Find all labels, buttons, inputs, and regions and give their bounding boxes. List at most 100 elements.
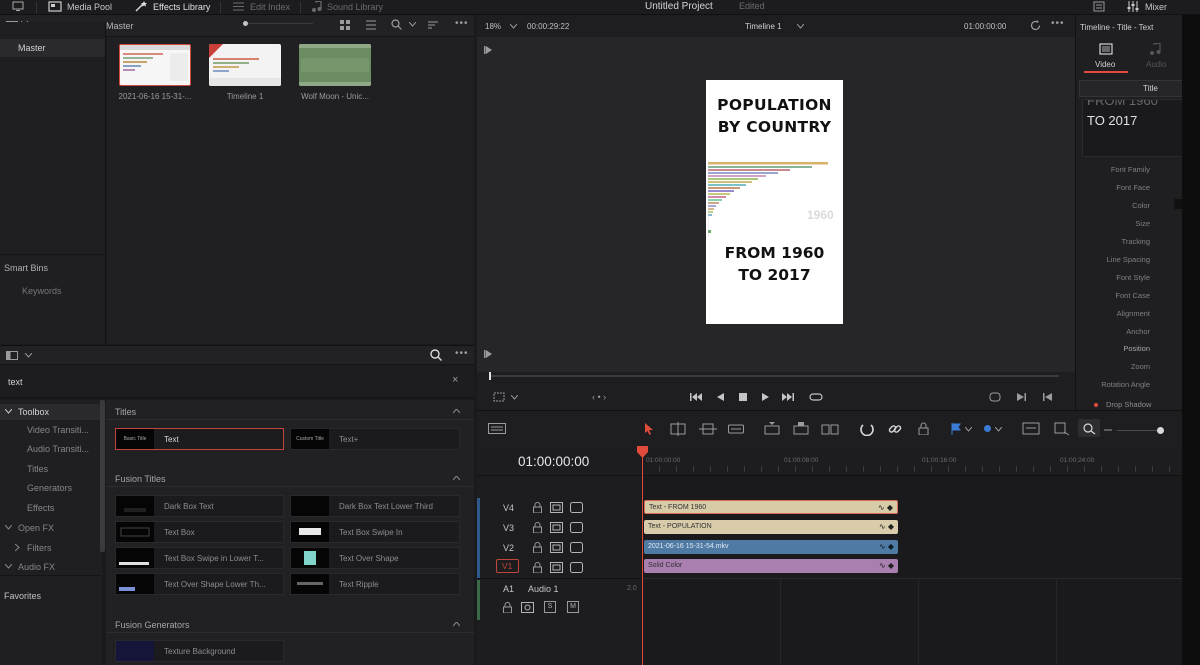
auto-select-icon[interactable] bbox=[550, 562, 563, 573]
track-header-v1[interactable]: V1 bbox=[477, 558, 641, 578]
effects-search-input[interactable] bbox=[8, 374, 438, 390]
list-view-icon[interactable] bbox=[366, 20, 376, 30]
auto-select-icon[interactable] bbox=[550, 542, 563, 553]
clip-thumbnail-screen-recording[interactable] bbox=[119, 44, 191, 86]
custom-zoom-button[interactable] bbox=[1078, 419, 1100, 437]
blade-tool-icon[interactable] bbox=[728, 423, 744, 435]
effect-item-text-box-swipe-in[interactable]: Text Box Swipe In bbox=[290, 521, 460, 543]
tree-item-open-fx[interactable]: Open FX bbox=[0, 519, 101, 535]
chevron-down-icon[interactable] bbox=[995, 427, 1002, 432]
mute-button[interactable]: M bbox=[567, 601, 579, 613]
viewer-mode-icon[interactable] bbox=[493, 392, 505, 402]
text-input-area[interactable]: FROM 1960 TO 2017 bbox=[1082, 99, 1183, 157]
effect-item-text[interactable]: Basic Title Text bbox=[115, 428, 284, 450]
mixer-button[interactable]: Mixer bbox=[1127, 1, 1167, 12]
chevron-down-icon[interactable] bbox=[510, 24, 517, 29]
lock-icon[interactable] bbox=[503, 602, 512, 613]
playhead-line[interactable] bbox=[642, 448, 643, 665]
smart-bin-keywords[interactable]: Keywords bbox=[22, 286, 62, 296]
thumbnail-zoom-handle[interactable] bbox=[243, 21, 248, 26]
panel-toggle-icon[interactable] bbox=[6, 351, 18, 360]
media-pool-button[interactable]: Media Pool bbox=[48, 1, 112, 12]
destination-control[interactable]: V1 bbox=[496, 559, 519, 573]
chevron-down-icon[interactable] bbox=[409, 22, 416, 27]
solo-button[interactable]: S bbox=[544, 601, 556, 613]
timeline-clip-v4[interactable]: Text - FROM 1960 ∿ ◆ bbox=[644, 500, 898, 514]
zoom-out-icon[interactable] bbox=[1104, 429, 1112, 431]
replace-clip-icon[interactable] bbox=[821, 422, 839, 436]
timeline-clip-v1[interactable]: Solid Color ∿ ◆ bbox=[644, 559, 898, 573]
tab-video[interactable]: Video bbox=[1084, 43, 1128, 73]
chevron-down-icon[interactable] bbox=[797, 24, 804, 29]
auto-select-icon[interactable] bbox=[550, 502, 563, 513]
loop-icon[interactable] bbox=[809, 392, 823, 402]
insert-clip-icon[interactable] bbox=[763, 422, 781, 436]
chevron-down-icon[interactable] bbox=[25, 353, 32, 358]
section-title[interactable]: Title bbox=[1079, 80, 1183, 97]
clip-thumbnail-audio[interactable] bbox=[299, 44, 371, 86]
scrubber-playhead[interactable] bbox=[489, 372, 491, 380]
timeline-zoom-slider[interactable] bbox=[1117, 427, 1164, 434]
tree-item-toolbox[interactable]: Toolbox bbox=[0, 404, 101, 420]
workspace-toggle-icon[interactable] bbox=[12, 1, 24, 12]
timeline-view-icon[interactable] bbox=[488, 423, 506, 434]
lock-icon[interactable] bbox=[533, 562, 542, 573]
stop-icon[interactable] bbox=[739, 393, 747, 401]
viewer-scrubber[interactable] bbox=[489, 372, 1059, 380]
more-options-icon[interactable]: ••• bbox=[455, 18, 469, 29]
timeline-clip-v3[interactable]: Text - POPULATION ∿ ◆ bbox=[644, 520, 898, 534]
tree-item-effects[interactable]: Effects bbox=[27, 503, 54, 513]
full-extent-zoom-icon[interactable] bbox=[1022, 422, 1040, 435]
skip-to-start-icon[interactable] bbox=[690, 393, 702, 401]
track-visibility-icon[interactable] bbox=[570, 542, 583, 553]
effect-item-text-box[interactable]: Text Box bbox=[115, 521, 284, 543]
playhead-marker-icon[interactable] bbox=[637, 446, 648, 458]
tree-item-audio-fx[interactable]: Audio FX bbox=[0, 558, 101, 574]
snapping-icon[interactable] bbox=[860, 422, 874, 436]
jog-control[interactable]: ‹ • › bbox=[592, 392, 606, 402]
marker-icon[interactable] bbox=[984, 425, 991, 432]
thumbnail-view-icon[interactable] bbox=[340, 20, 350, 30]
match-frame-icon[interactable] bbox=[989, 392, 1001, 402]
play-reverse-icon[interactable] bbox=[717, 393, 724, 401]
track-header-a1[interactable]: A1 Audio 1 2.0 S M bbox=[477, 578, 641, 622]
tree-item-audio-transitions[interactable]: Audio Transiti... bbox=[27, 444, 89, 454]
track-visibility-icon[interactable] bbox=[570, 562, 583, 573]
dynamic-trim-icon[interactable] bbox=[699, 422, 717, 436]
tree-item-titles[interactable]: Titles bbox=[27, 464, 48, 474]
timeline-zoom-handle[interactable] bbox=[1157, 427, 1164, 434]
sound-library-button[interactable]: Sound Library bbox=[311, 1, 383, 12]
bin-item-master[interactable]: Master bbox=[0, 39, 105, 57]
flag-icon[interactable] bbox=[951, 423, 961, 435]
tree-item-filters[interactable]: Filters bbox=[0, 539, 101, 555]
track-header-v3[interactable]: V3 bbox=[477, 518, 641, 538]
tree-item-generators[interactable]: Generators bbox=[27, 483, 72, 493]
more-options-icon[interactable]: ••• bbox=[455, 348, 469, 359]
track-visibility-icon[interactable] bbox=[570, 522, 583, 533]
effect-item-text-over-shape-lower-third[interactable]: Text Over Shape Lower Th... bbox=[115, 573, 284, 595]
chevron-down-icon[interactable] bbox=[965, 427, 972, 432]
chevron-down-icon[interactable] bbox=[511, 395, 518, 400]
clip-thumbnail-timeline[interactable] bbox=[209, 44, 281, 86]
link-icon[interactable] bbox=[888, 422, 902, 436]
effect-item-dark-box-text[interactable]: Dark Box Text bbox=[115, 495, 284, 517]
effect-item-texture-background[interactable]: Texture Background bbox=[115, 640, 284, 662]
next-frame-edge-icon[interactable] bbox=[484, 350, 492, 358]
track-visibility-icon[interactable] bbox=[570, 502, 583, 513]
viewer-zoom[interactable]: 18% bbox=[485, 22, 501, 31]
sort-icon[interactable] bbox=[428, 20, 438, 30]
previous-frame-edge-icon[interactable] bbox=[484, 46, 492, 54]
thumbnail-zoom-slider[interactable] bbox=[243, 21, 313, 26]
lock-icon[interactable] bbox=[533, 542, 542, 553]
effect-item-text-ripple[interactable]: Text Ripple bbox=[290, 573, 460, 595]
metadata-icon[interactable] bbox=[1093, 1, 1105, 12]
lock-icon[interactable] bbox=[533, 522, 542, 533]
previous-clip-icon[interactable] bbox=[1017, 393, 1026, 401]
lock-icon[interactable] bbox=[918, 422, 929, 435]
play-icon[interactable] bbox=[762, 393, 769, 401]
selection-tool-icon[interactable] bbox=[644, 423, 654, 435]
chevron-up-icon[interactable] bbox=[453, 622, 460, 627]
edit-index-button[interactable]: Edit Index bbox=[232, 1, 290, 12]
timeline-selector[interactable]: Timeline 1 bbox=[745, 22, 782, 31]
timeline-ruler[interactable]: 01:00:00:00 01:00:08:00 01:00:16:00 01:0… bbox=[642, 448, 1182, 476]
